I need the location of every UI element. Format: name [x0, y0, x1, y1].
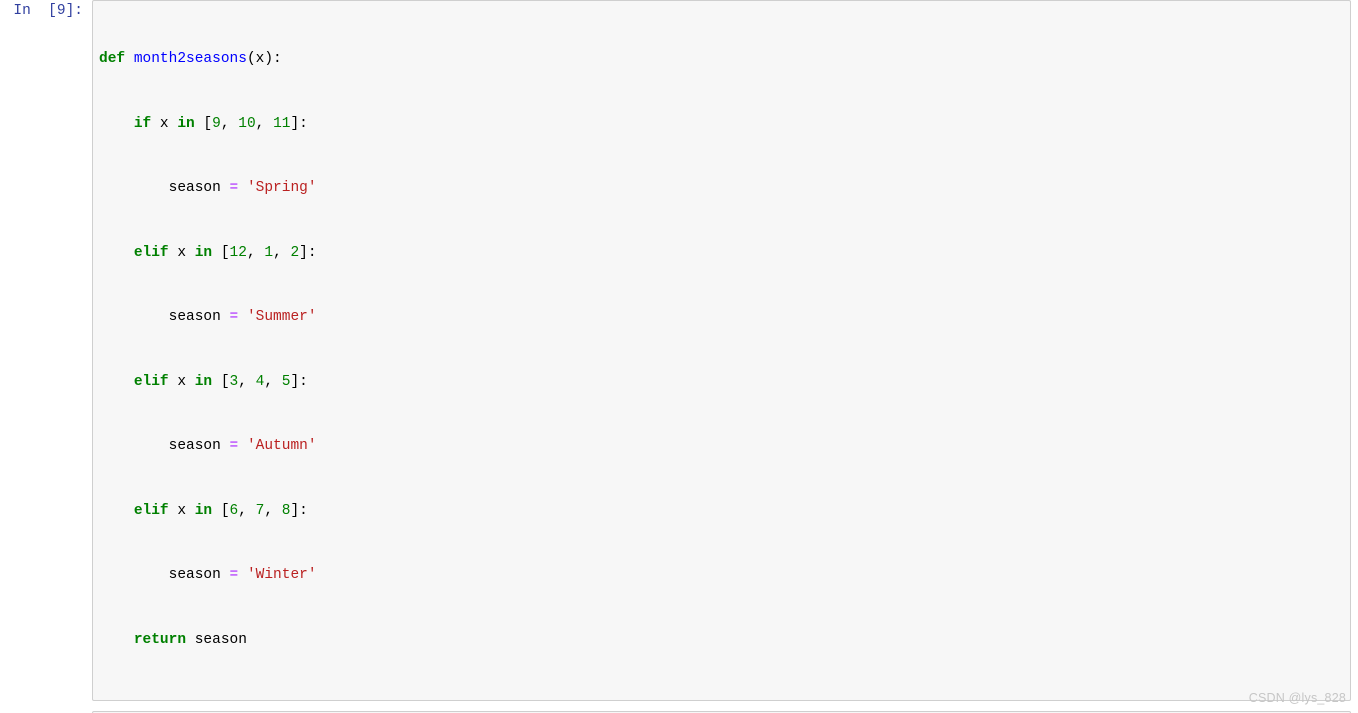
code-line: season = 'Spring' — [99, 180, 317, 196]
code-line: return season — [133, 631, 247, 648]
code-line: elif x in [6, 7, 8]: — [133, 502, 308, 519]
code-cell-9[interactable]: In [9]: def month2seasons(x): if x in [9… — [0, 0, 1358, 701]
code-line: def month2seasons(x): — [99, 51, 282, 67]
code-line: if x in [9, 10, 11]: — [133, 115, 308, 132]
input-prompt-9: In [9]: — [13, 3, 83, 19]
csdn-watermark: CSDN @lys_828 — [1248, 691, 1346, 705]
code-line: season = 'Summer' — [99, 309, 317, 325]
code-line: elif x in [3, 4, 5]: — [133, 373, 308, 390]
code-line: season = 'Winter' — [99, 567, 317, 583]
code-line: season = 'Autumn' — [99, 438, 317, 454]
code-editor-9[interactable]: def month2seasons(x): if x in [9, 10, 11… — [92, 0, 1351, 701]
code-line: elif x in [12, 1, 2]: — [133, 244, 317, 261]
cell-spacer — [0, 701, 1358, 711]
